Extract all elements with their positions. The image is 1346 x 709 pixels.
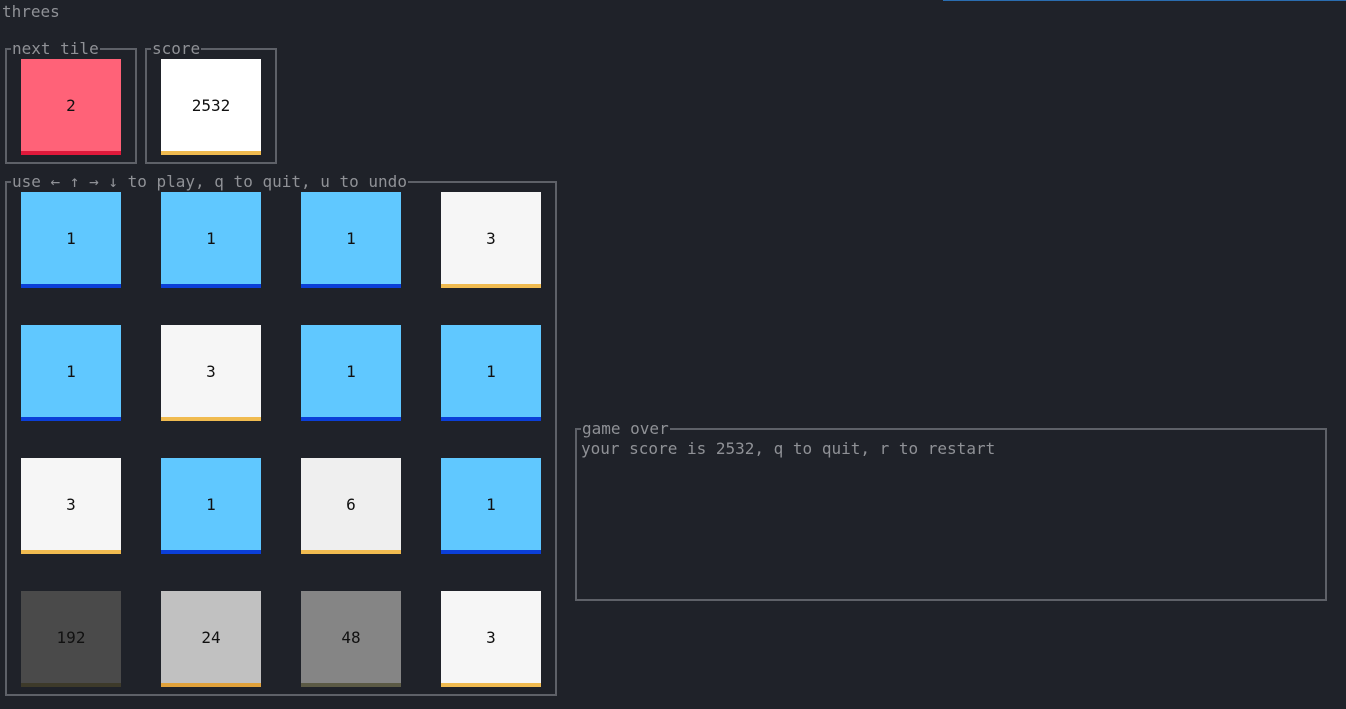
board-tile: 1	[301, 192, 401, 288]
board-tile: 3	[161, 325, 261, 421]
board-tile: 1	[301, 325, 401, 421]
next-tile-legend: next tile	[11, 39, 100, 58]
app-title: threes	[2, 2, 60, 21]
top-accent-bar	[943, 0, 1346, 1]
board-tile: 1	[21, 192, 121, 288]
board-tile: 48	[301, 591, 401, 687]
board-tile: 192	[21, 591, 121, 687]
board-tile: 1	[21, 325, 121, 421]
board-tile: 3	[441, 591, 541, 687]
board-tile: 6	[301, 458, 401, 554]
game-over-legend: game over	[581, 419, 670, 438]
board-tile: 1	[441, 458, 541, 554]
board-tile: 3	[21, 458, 121, 554]
board-tile: 1	[161, 458, 261, 554]
game-over-panel: game over your score is 2532, q to quit,…	[575, 421, 1327, 601]
next-tile: 2	[21, 59, 121, 155]
board-tile: 24	[161, 591, 261, 687]
board-tile: 3	[441, 192, 541, 288]
board-tile: 1	[441, 325, 541, 421]
board-instructions: use ← ↑ → ↓ to play, q to quit, u to und…	[11, 172, 408, 191]
board-tile: 1	[161, 192, 261, 288]
game-board[interactable]: use ← ↑ → ↓ to play, q to quit, u to und…	[5, 174, 557, 696]
next-tile-panel: next tile 2	[5, 41, 137, 164]
score-panel: score 2532	[145, 41, 277, 164]
score-legend: score	[151, 39, 202, 58]
game-window: threes next tile 2 score 2532 use ← ↑ → …	[0, 0, 1346, 709]
game-over-message: your score is 2532, q to quit, r to rest…	[581, 439, 996, 458]
score-value: 2532	[161, 59, 261, 155]
